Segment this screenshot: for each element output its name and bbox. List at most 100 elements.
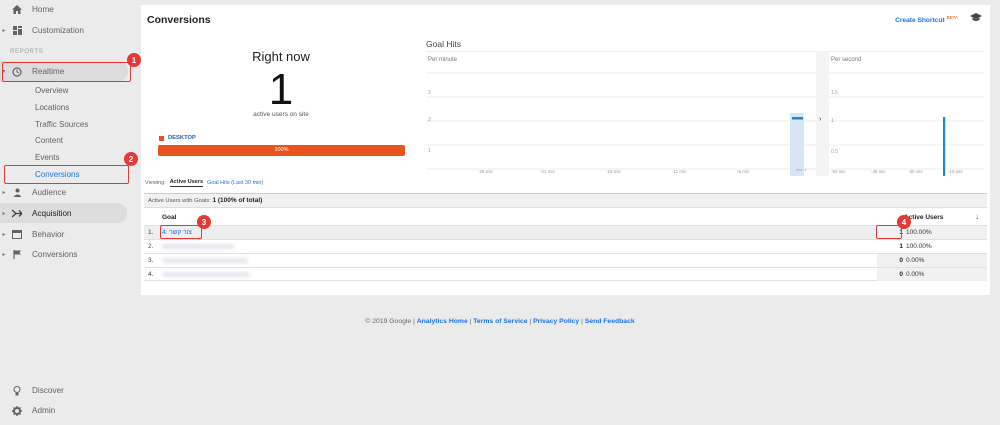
- viewing-tabs: Viewing: Active Users Goal Hits (Last 30…: [145, 179, 263, 187]
- footer-separator: |: [581, 318, 583, 325]
- caret-right-icon: ▸: [2, 232, 6, 238]
- sidebar-item-admin[interactable]: Admin: [0, 401, 128, 420]
- copyright: © 2019 Google |: [365, 318, 415, 325]
- active-users-count: 1: [268, 65, 294, 114]
- dashboard-icon: [8, 26, 26, 35]
- chart-divider: [816, 51, 829, 176]
- minute-x-tick: min -1: [796, 168, 807, 172]
- active-users-caption: active users on site: [253, 111, 309, 118]
- annotation-badge-3: 3: [197, 215, 211, 229]
- gear-icon: [8, 405, 26, 416]
- active-users-value: 1: [899, 243, 903, 250]
- active-users-percent: 0.00%: [906, 271, 925, 278]
- footer-link-feedback[interactable]: Send Feedback: [585, 318, 635, 325]
- second-x-tick: -15 sec: [948, 169, 964, 174]
- annotation-badge-1: 1: [127, 53, 141, 67]
- device-legend: DESKTOP: [159, 135, 196, 141]
- table-header: Goal Active Users ↓: [144, 211, 987, 225]
- per-second-label: Per second: [831, 57, 861, 63]
- annotation-badge-2: 2: [124, 152, 138, 166]
- person-icon: [8, 188, 26, 197]
- caret-right-icon: ▸: [2, 252, 6, 258]
- minute-y-tick: 3: [428, 90, 431, 96]
- create-shortcut-label: Create Shortcut: [895, 17, 945, 25]
- sidebar-item-label: Discover: [32, 386, 64, 395]
- annotation-box-1: [2, 62, 131, 82]
- sidebar-item-label: Conversions: [32, 250, 78, 259]
- sidebar-item-behavior[interactable]: ▸ Behavior: [0, 225, 128, 244]
- row-number: 2.: [148, 243, 154, 250]
- summary-label: Active Users with Goals:: [148, 198, 211, 204]
- viewing-label: Viewing:: [145, 180, 166, 186]
- sidebar-item-conversions[interactable]: ▸ Conversions: [0, 245, 128, 264]
- device-legend-label: DESKTOP: [168, 135, 196, 141]
- sidebar-item-label: Behavior: [32, 230, 65, 239]
- table-row: 1. 4: צור קשר 1 100.00%: [144, 225, 987, 239]
- caret-right-icon: ▸: [2, 211, 6, 217]
- annotation-badge-4: 4: [897, 215, 911, 229]
- sidebar-subitem-events[interactable]: Events: [35, 149, 59, 165]
- home-icon: [8, 5, 26, 14]
- annotation-box-3: [160, 225, 202, 239]
- active-users-value: 0: [899, 271, 903, 278]
- footer-separator: |: [469, 318, 472, 325]
- footer: © 2019 Google | Analytics Home | Terms o…: [0, 318, 1000, 325]
- redacted-goal-name[interactable]: [162, 258, 248, 263]
- row-number: 4.: [148, 271, 154, 278]
- create-shortcut-link[interactable]: Create Shortcut BETA: [895, 15, 958, 24]
- row-number: 1.: [148, 229, 154, 236]
- tab-active-users[interactable]: Active Users: [169, 179, 204, 187]
- acquisition-icon: [8, 209, 26, 218]
- second-y-tick: 0.5: [831, 149, 838, 155]
- sidebar-subitem-traffic-sources[interactable]: Traffic Sources: [35, 116, 88, 132]
- sidebar-item-audience[interactable]: ▸ Audience: [0, 183, 128, 202]
- row-number: 3.: [148, 257, 154, 264]
- sidebar-subitem-content[interactable]: Content: [35, 132, 63, 148]
- table-row: 2. 1 100.00%: [144, 239, 987, 253]
- behavior-icon: [8, 230, 26, 239]
- education-cap-icon[interactable]: [970, 13, 982, 25]
- minute-x-tick: -21 min: [540, 169, 556, 174]
- sidebar-item-acquisition[interactable]: ▸ Acquisition: [0, 204, 128, 223]
- caret-right-icon: ▸: [2, 190, 6, 196]
- annotation-box-4: [876, 225, 902, 239]
- sidebar-subitem-overview[interactable]: Overview: [35, 82, 68, 98]
- sidebar-item-customization[interactable]: ▸ Customization: [0, 21, 128, 40]
- active-users-value: 0: [899, 257, 903, 264]
- caret-right-icon: ▸: [2, 28, 6, 34]
- sidebar-item-discover[interactable]: Discover: [0, 381, 128, 400]
- sidebar-item-home[interactable]: Home: [0, 0, 128, 19]
- sidebar-item-label: Admin: [32, 406, 56, 415]
- active-users-percent: 100.00%: [906, 243, 932, 250]
- minute-x-tick: -16 min: [606, 169, 622, 174]
- minute-y-tick: 1: [428, 148, 431, 154]
- minute-bar: [792, 117, 803, 120]
- minute-x-tick: -26 min: [478, 169, 494, 174]
- flag-icon: [8, 250, 26, 259]
- second-x-tick: -30 sec: [908, 169, 924, 174]
- active-users-percent: 100.00%: [906, 229, 932, 236]
- footer-link-analytics-home[interactable]: Analytics Home: [417, 318, 468, 325]
- annotation-box-2: [4, 165, 129, 184]
- lightbulb-icon: [8, 385, 26, 396]
- footer-separator: |: [529, 318, 532, 325]
- summary-bar: Active Users with Goals: 1 (100% of tota…: [144, 193, 987, 208]
- minute-y-tick: 2: [428, 117, 431, 123]
- second-x-tick: -45 sec: [871, 169, 887, 174]
- current-minute-highlight: [790, 113, 804, 176]
- goal-hits-title: Goal Hits: [426, 39, 461, 49]
- redacted-goal-name[interactable]: [162, 244, 234, 249]
- footer-link-privacy[interactable]: Privacy Policy: [533, 318, 579, 325]
- tab-goal-hits[interactable]: Goal Hits (Last 30 min): [207, 180, 263, 186]
- beta-badge: BETA: [946, 15, 958, 20]
- redacted-goal-name[interactable]: [162, 272, 250, 277]
- footer-link-terms[interactable]: Terms of Service: [473, 318, 527, 325]
- minute-x-tick: -6 min: [737, 169, 750, 174]
- per-minute-label: Per minute: [428, 57, 458, 63]
- page-title: Conversions: [147, 14, 211, 26]
- table-row: 4. 0 0.00%: [144, 267, 987, 281]
- sidebar-item-label: Audience: [32, 188, 67, 197]
- sidebar-subitem-locations[interactable]: Locations: [35, 99, 69, 115]
- device-share-bar: 100%: [158, 145, 405, 156]
- sort-arrow-down-icon[interactable]: ↓: [975, 212, 979, 221]
